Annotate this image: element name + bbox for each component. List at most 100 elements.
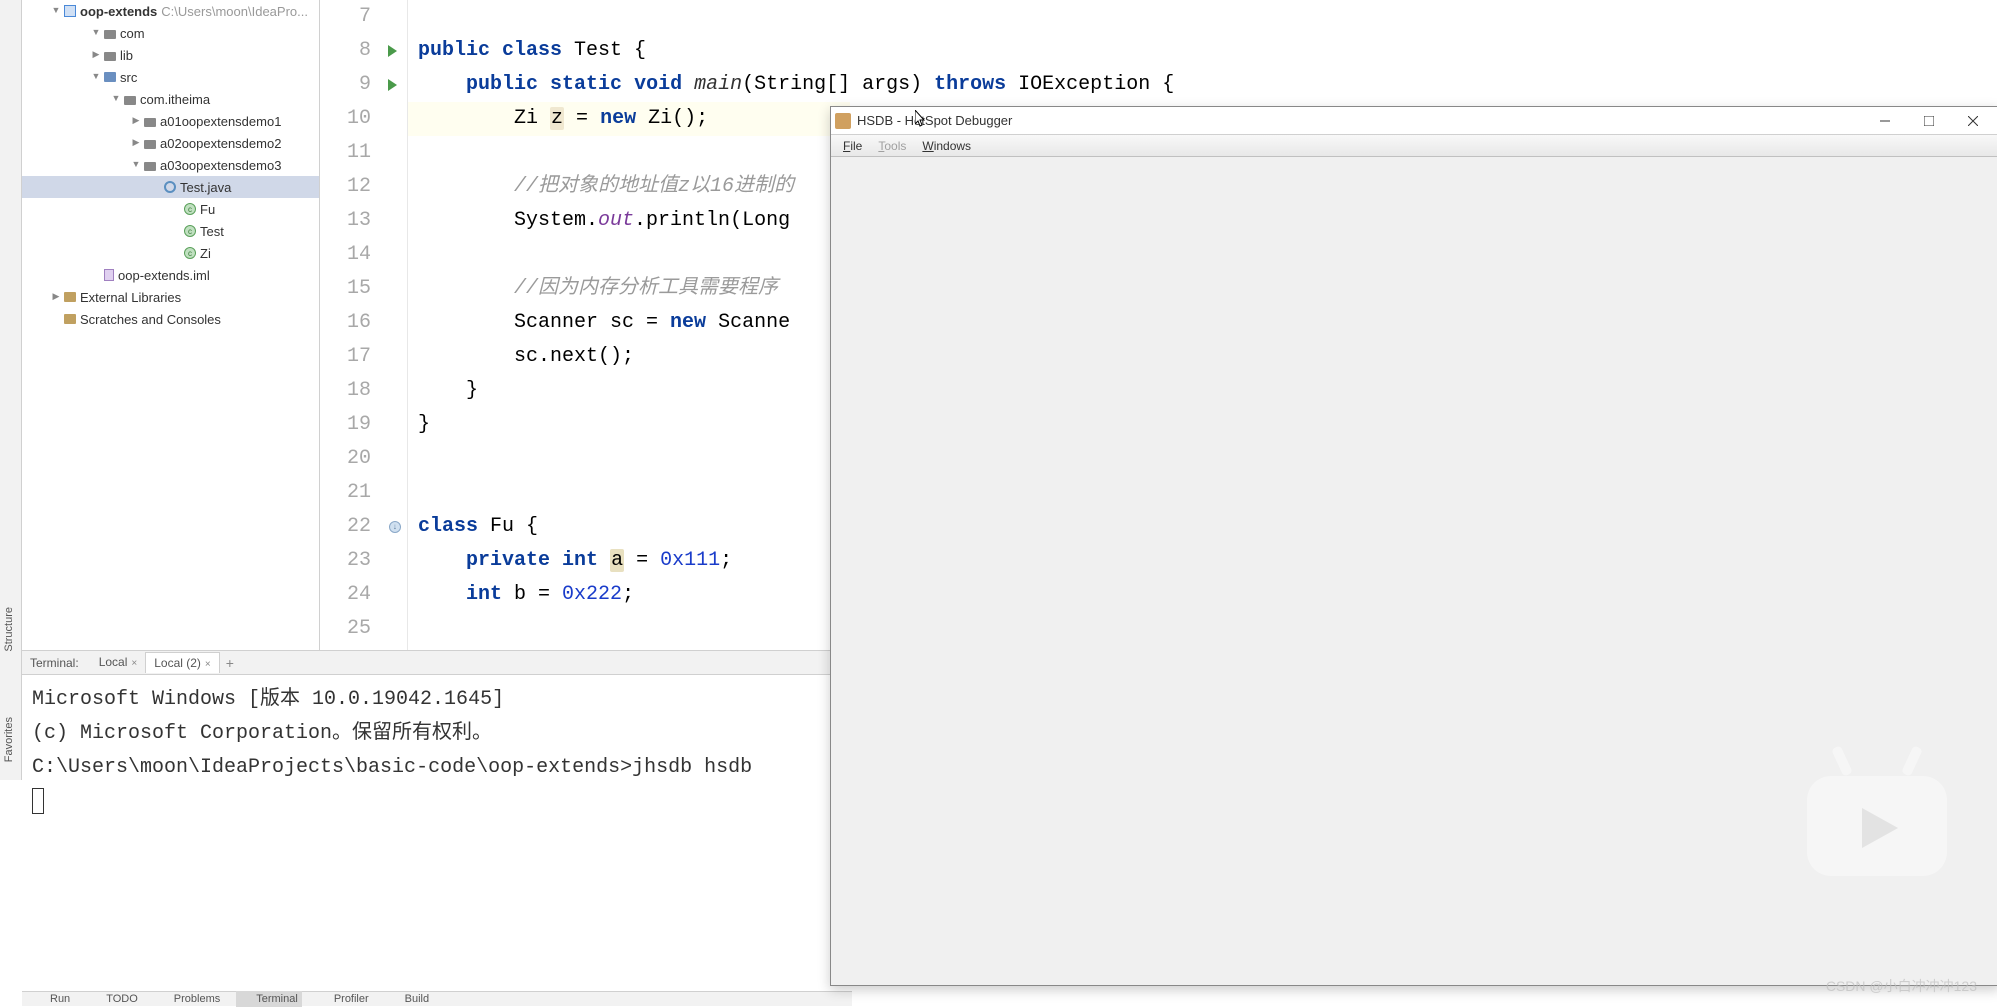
terminal-body[interactable]: Microsoft Windows [版本 10.0.19042.1645](c…	[22, 675, 852, 827]
side-toolbar: Structure Favorites	[0, 0, 22, 780]
bottom-tab-label: Problems	[174, 993, 220, 1005]
hsdb-menu-file[interactable]: File	[835, 137, 870, 155]
chevron-down-icon[interactable]: ▼	[90, 27, 102, 39]
tree-label: a02oopextensdemo2	[160, 136, 281, 151]
code-line[interactable]: sc.next();	[408, 340, 850, 374]
line-number: 18	[320, 374, 407, 408]
hsdb-menu-tools: Tools	[870, 137, 914, 155]
structure-tab[interactable]: Structure	[0, 599, 18, 660]
run-icon[interactable]	[388, 79, 397, 91]
line-number: 16	[320, 306, 407, 340]
close-button[interactable]	[1951, 107, 1995, 135]
code-line[interactable]: public static void main(String[] args) t…	[408, 68, 850, 102]
terminal-tab[interactable]: Local×	[91, 652, 146, 673]
no-expand-icon	[170, 225, 182, 237]
bottom-tab-terminal[interactable]: Terminal	[236, 991, 302, 1007]
chevron-down-icon[interactable]: ▼	[90, 71, 102, 83]
tree-node[interactable]: ▶a01oopextensdemo1	[22, 110, 319, 132]
code-line[interactable]	[408, 612, 850, 646]
bottom-tab-label: Profiler	[334, 993, 369, 1005]
maximize-button[interactable]	[1907, 107, 1951, 135]
tree-node[interactable]: Scratches and Consoles	[22, 308, 319, 330]
tree-node[interactable]: cFu	[22, 198, 319, 220]
chevron-right-icon[interactable]: ▶	[90, 49, 102, 61]
hsdb-menu-windows[interactable]: Windows	[914, 137, 979, 155]
code-line[interactable]: }	[408, 374, 850, 408]
line-number: 8	[320, 34, 407, 68]
bottom-tab-label: Terminal	[256, 993, 298, 1005]
code-line[interactable]: class Fu {	[408, 510, 850, 544]
code-line[interactable]: private int a = 0x111;	[408, 544, 850, 578]
line-number: 7	[320, 0, 407, 34]
run-icon	[34, 993, 46, 1005]
tree-node[interactable]: oop-extends.iml	[22, 264, 319, 286]
folder-icon	[124, 96, 136, 105]
line-number: 12	[320, 170, 407, 204]
tree-label: com	[120, 26, 145, 41]
close-tab-icon[interactable]: ×	[131, 658, 137, 669]
minimize-button[interactable]	[1863, 107, 1907, 135]
class-icon: c	[184, 247, 196, 259]
code-line[interactable]: int b = 0x222;	[408, 578, 850, 612]
hsdb-title: HSDB - HotSpot Debugger	[857, 113, 1863, 128]
tree-node[interactable]: ▼src	[22, 66, 319, 88]
folder-icon	[144, 118, 156, 127]
tree-node[interactable]: ▶External Libraries	[22, 286, 319, 308]
line-number: 20	[320, 442, 407, 476]
code-line[interactable]: }	[408, 408, 850, 442]
tree-node[interactable]: ▼com.itheima	[22, 88, 319, 110]
tree-node[interactable]: ▼ com	[22, 22, 319, 44]
code-line[interactable]	[408, 476, 850, 510]
hsdb-titlebar[interactable]: HSDB - HotSpot Debugger	[831, 107, 1997, 135]
code-line[interactable]: Zi z = new Zi();	[408, 102, 850, 136]
tree-node[interactable]: cZi	[22, 242, 319, 264]
project-root[interactable]: ▼ oop-extends C:\Users\moon\IdeaPro...	[22, 0, 319, 22]
lib-icon	[64, 314, 76, 324]
terminal-line: Microsoft Windows [版本 10.0.19042.1645]	[32, 683, 842, 717]
chevron-down-icon[interactable]: ▼	[130, 159, 142, 171]
code-line[interactable]: //把对象的地址值z以16进制的	[408, 170, 850, 204]
tree-node[interactable]: cTest	[22, 220, 319, 242]
code-editor[interactable]: 78910111213141516171819202122↓232425 pub…	[320, 0, 850, 650]
terminal-tab[interactable]: Local (2)×	[145, 652, 220, 673]
tree-node[interactable]: ▶ a02oopextensdemo2	[22, 132, 319, 154]
code-line[interactable]: Scanner sc = new Scanne	[408, 306, 850, 340]
tree-label: Fu	[200, 202, 215, 217]
chevron-right-icon[interactable]: ▶	[50, 291, 62, 303]
lib-icon	[64, 292, 76, 302]
chevron-right-icon[interactable]: ▶	[130, 115, 142, 127]
tree-node[interactable]: Test.java	[22, 176, 319, 198]
bottom-tab-run[interactable]: Run	[30, 991, 74, 1007]
add-terminal-button[interactable]: +	[220, 653, 240, 673]
code-line[interactable]: //因为内存分析工具需要程序	[408, 272, 850, 306]
tree-node[interactable]: ▼a03oopextensdemo3	[22, 154, 319, 176]
line-number: 24	[320, 578, 407, 612]
bottom-tab-problems[interactable]: Problems	[154, 991, 224, 1007]
terminal-icon	[240, 993, 252, 1005]
code-line[interactable]: public class Test {	[408, 34, 850, 68]
chevron-down-icon[interactable]: ▼	[110, 93, 122, 105]
bottom-tab-todo[interactable]: TODO	[86, 991, 142, 1007]
run-icon[interactable]	[388, 45, 397, 57]
line-number: 15	[320, 272, 407, 306]
terminal-line: C:\Users\moon\IdeaProjects\basic-code\oo…	[32, 751, 842, 785]
no-expand-icon	[150, 181, 162, 193]
code-line[interactable]	[408, 0, 850, 34]
code-line[interactable]: System.out.println(Long	[408, 204, 850, 238]
folder-icon	[144, 162, 156, 171]
chevron-right-icon[interactable]: ▶	[130, 137, 142, 149]
chevron-down-icon: ▼	[50, 5, 62, 17]
code-area[interactable]: public class Test { public static void m…	[408, 0, 850, 650]
code-line[interactable]	[408, 136, 850, 170]
favorites-tab[interactable]: Favorites	[0, 709, 18, 770]
code-line[interactable]	[408, 442, 850, 476]
bottom-tab-profiler[interactable]: Profiler	[314, 991, 373, 1007]
code-line[interactable]	[408, 238, 850, 272]
folder-icon	[104, 30, 116, 39]
java-app-icon	[835, 113, 851, 129]
profiler-icon	[318, 993, 330, 1005]
close-tab-icon[interactable]: ×	[205, 659, 211, 670]
tree-node[interactable]: ▶lib	[22, 44, 319, 66]
usage-icon[interactable]: ↓	[389, 521, 401, 533]
bottom-tab-build[interactable]: Build	[385, 991, 433, 1007]
